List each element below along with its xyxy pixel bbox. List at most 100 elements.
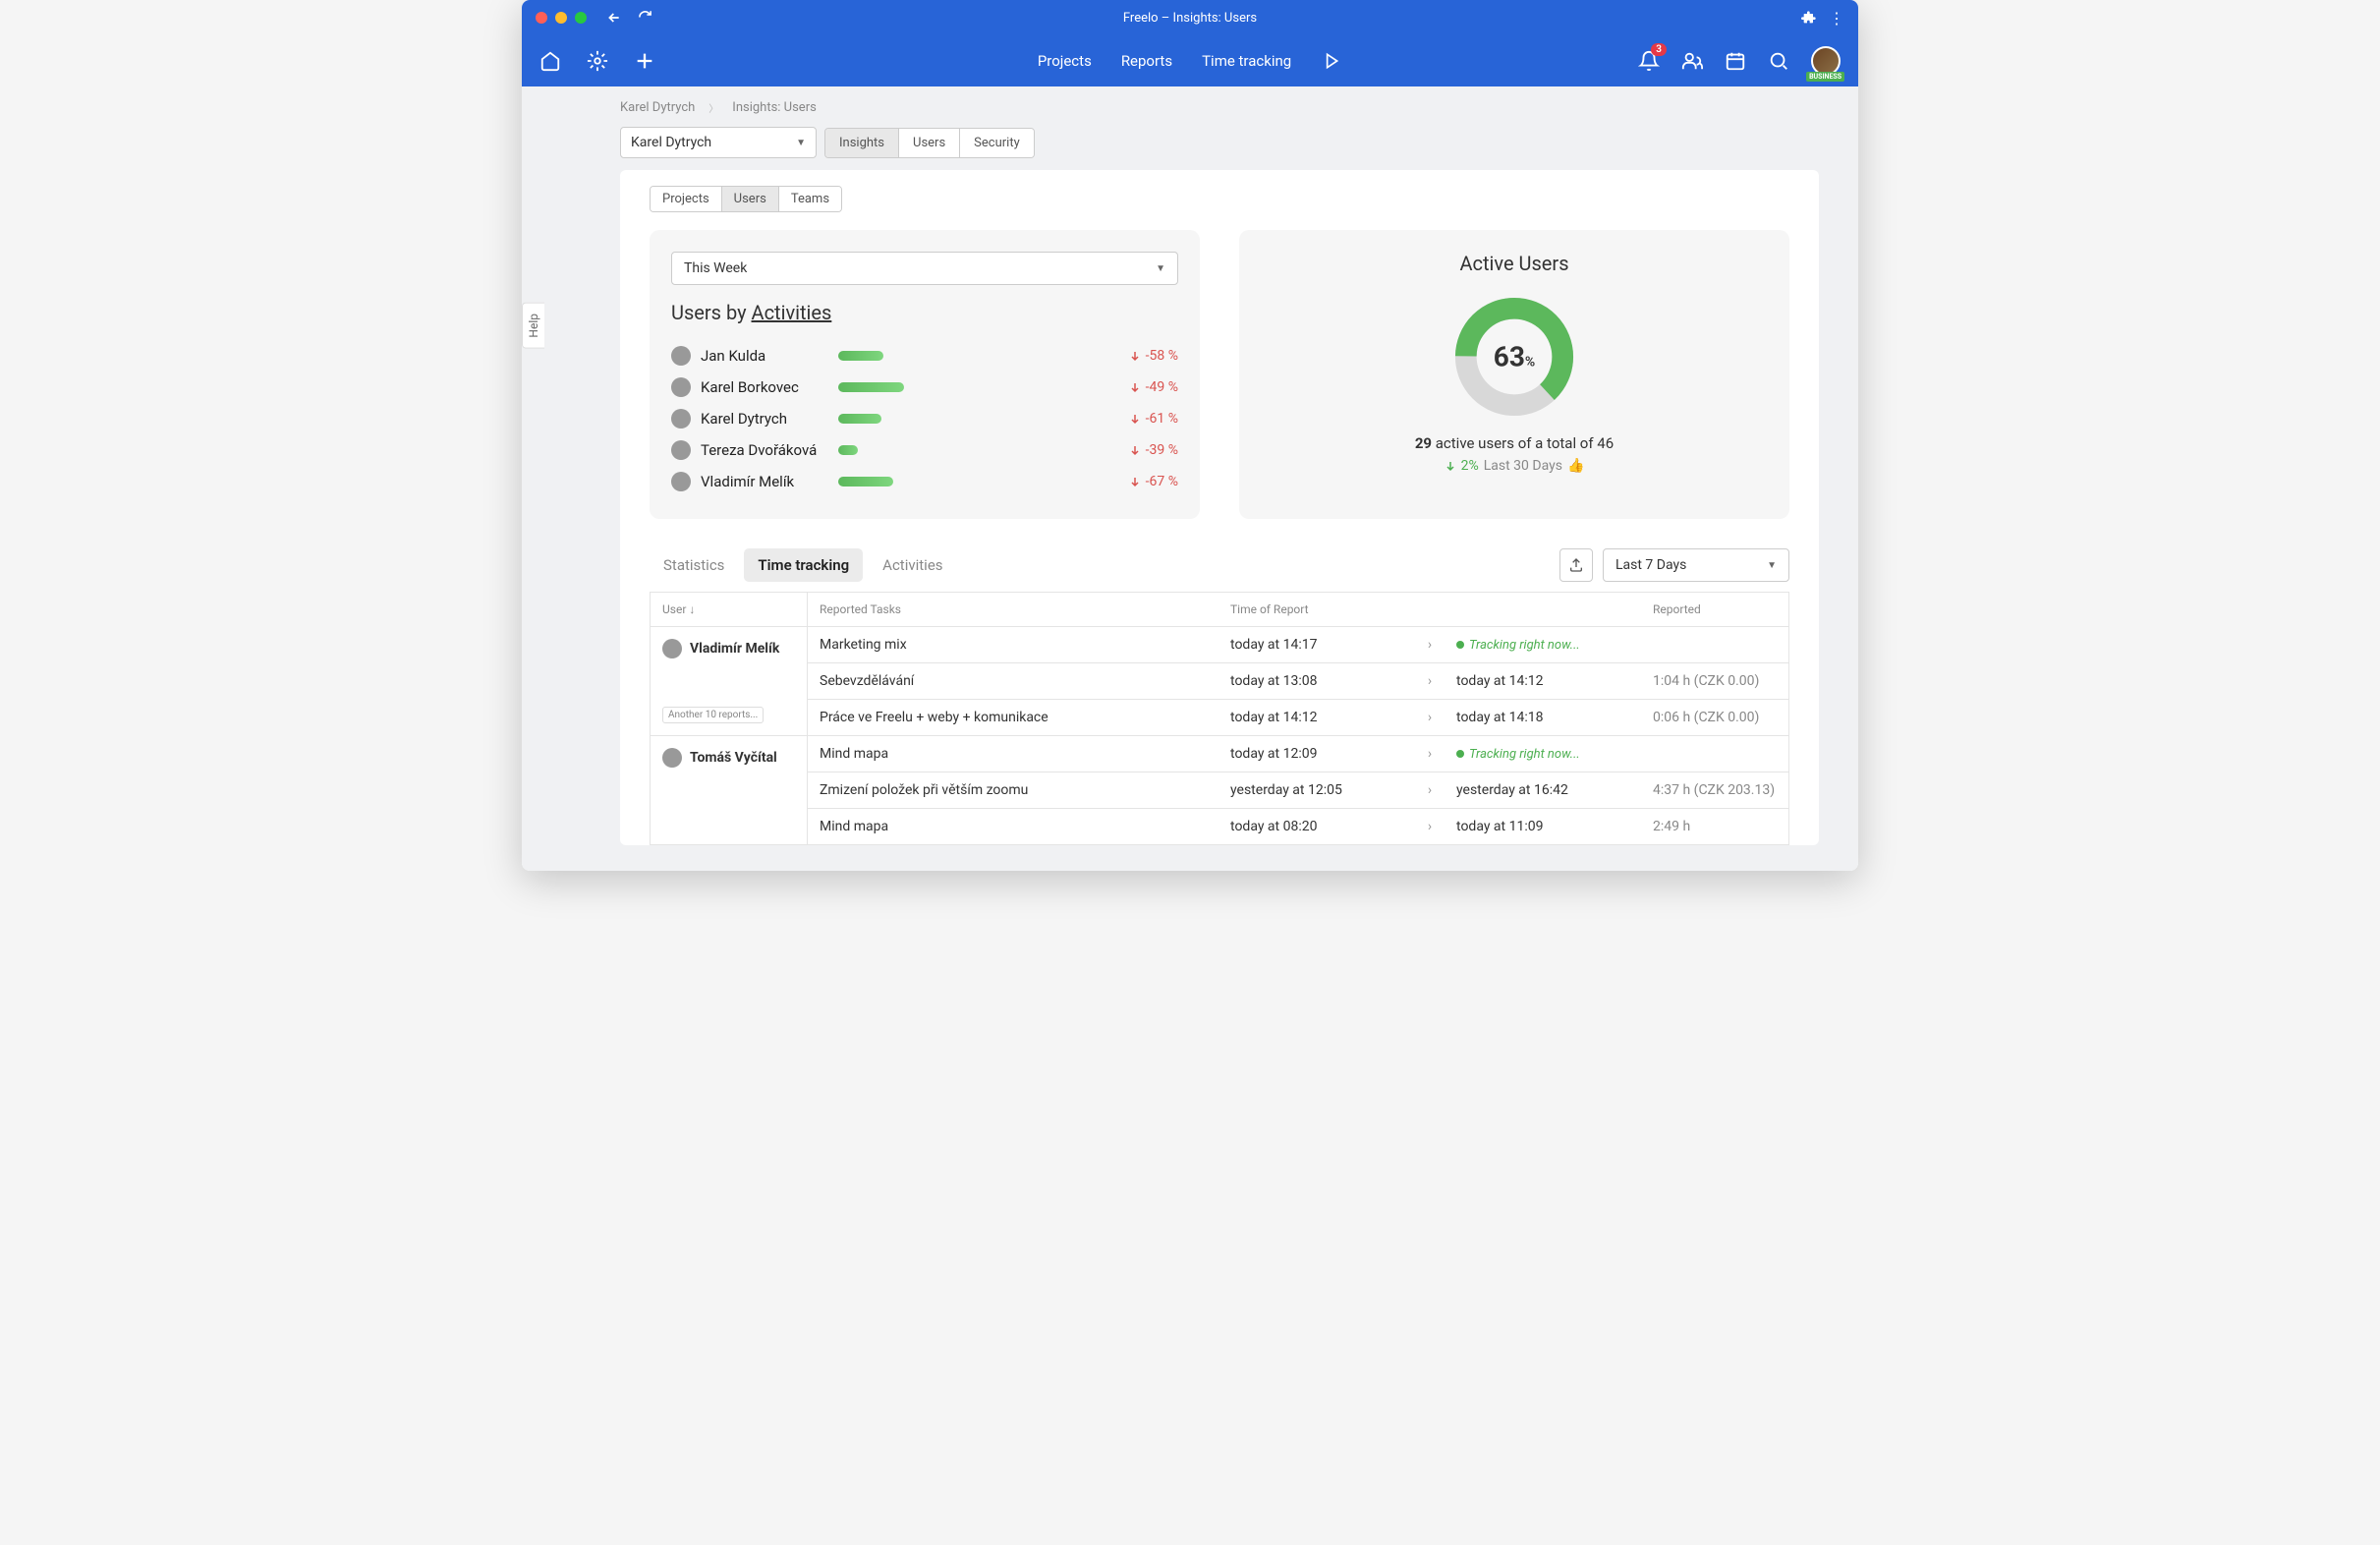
row-task: Mind mapa — [808, 736, 1218, 772]
active-users-title: Active Users — [1459, 252, 1568, 275]
row-reported: 2:49 h — [1641, 809, 1788, 844]
activity-delta: -61 % — [1100, 411, 1178, 427]
th-reported-tasks[interactable]: Reported Tasks — [808, 593, 1218, 626]
nav-projects[interactable]: Projects — [1038, 52, 1092, 70]
row-task: Zmizení položek při větším zoomu — [808, 772, 1218, 808]
sort-down-icon: ↓ — [689, 602, 695, 616]
table-user-block: Tomáš Vyčítal Mind mapa today at 12:09 ›… — [651, 736, 1788, 844]
close-window-button[interactable] — [536, 12, 547, 24]
activity-delta: -58 % — [1100, 348, 1178, 364]
active-users-subtext: 2% Last 30 Days 👍 — [1445, 458, 1585, 474]
activity-user-row: Jan Kulda -58 % — [671, 340, 1178, 372]
breadcrumb-current: Insights: Users — [732, 100, 817, 115]
chevron-down-icon: ▼ — [796, 138, 806, 148]
subtab-projects[interactable]: Projects — [651, 187, 722, 211]
main-header: Projects Reports Time tracking 3 — [522, 35, 1858, 86]
more-reports-badge[interactable]: Another 10 reports... — [662, 707, 764, 723]
subtab-teams[interactable]: Teams — [779, 187, 841, 211]
row-time: today at 13:08 — [1218, 663, 1415, 699]
th-user[interactable]: User ↓ — [651, 593, 808, 626]
activity-progress — [838, 382, 1090, 392]
user-name: Jan Kulda — [701, 347, 828, 365]
play-icon[interactable] — [1321, 50, 1342, 72]
activity-delta: -67 % — [1100, 474, 1178, 489]
thumbs-up-icon: 👍 — [1567, 458, 1584, 474]
row-status: today at 14:12 — [1445, 663, 1641, 699]
back-button[interactable] — [606, 10, 622, 26]
activity-delta: -49 % — [1100, 379, 1178, 395]
reload-button[interactable] — [638, 10, 652, 26]
activities-link[interactable]: Activities — [752, 301, 832, 324]
avatar — [671, 377, 691, 397]
breadcrumb-root[interactable]: Karel Dytrych — [620, 100, 695, 115]
th-reported[interactable]: Reported — [1641, 593, 1788, 626]
activity-user-row: Vladimír Melík -67 % — [671, 466, 1178, 497]
activity-user-row: Karel Borkovec -49 % — [671, 372, 1178, 403]
chevron-down-icon: ▼ — [1767, 560, 1777, 571]
minimize-window-button[interactable] — [555, 12, 567, 24]
search-icon[interactable] — [1768, 50, 1789, 72]
content-area: Help Karel Dytrych 〉 Insights: Users Kar… — [522, 86, 1858, 871]
user-select[interactable]: Karel Dytrych ▼ — [620, 127, 817, 158]
table-user-name: Tomáš Vyčítal — [690, 750, 777, 766]
maximize-window-button[interactable] — [575, 12, 587, 24]
nav-reports[interactable]: Reports — [1121, 52, 1172, 70]
help-tab[interactable]: Help — [522, 303, 544, 349]
user-avatar[interactable]: BUSINESS — [1811, 46, 1841, 76]
row-task: Práce ve Freelu + weby + komunikace — [808, 700, 1218, 735]
table-row: Mind mapa today at 12:09 › Tracking righ… — [808, 736, 1788, 772]
main-card: Projects Users Teams This Week ▼ Users b… — [620, 170, 1819, 845]
row-time: today at 08:20 — [1218, 809, 1415, 844]
activity-progress — [838, 351, 1090, 361]
activity-user-row: Karel Dytrych -61 % — [671, 403, 1178, 434]
add-icon[interactable] — [634, 50, 655, 72]
tab-security[interactable]: Security — [960, 129, 1034, 157]
table-period-value: Last 7 Days — [1615, 557, 1686, 573]
row-reported: 0:06 h (CZK 0.00) — [1641, 700, 1788, 735]
chevron-right-icon: › — [1415, 736, 1445, 772]
th-time-of-report[interactable]: Time of Report — [1218, 593, 1415, 626]
avatar — [671, 440, 691, 460]
home-icon[interactable] — [539, 50, 561, 72]
user-name: Tereza Dvořáková — [701, 441, 828, 459]
row-reported: 1:04 h (CZK 0.00) — [1641, 663, 1788, 699]
users-icon[interactable] — [1681, 50, 1703, 72]
row-time: today at 14:12 — [1218, 700, 1415, 735]
window-title: Freelo – Insights: Users — [1123, 11, 1257, 26]
section-tab-statistics[interactable]: Statistics — [650, 548, 738, 582]
table-user-block: Vladimír MelíkAnother 10 reports... Mark… — [651, 627, 1788, 736]
tab-insights[interactable]: Insights — [825, 129, 899, 157]
nav-time-tracking[interactable]: Time tracking — [1202, 52, 1291, 70]
row-time: today at 14:17 — [1218, 627, 1415, 662]
period-select[interactable]: This Week ▼ — [671, 252, 1178, 285]
chevron-right-icon: › — [1415, 809, 1445, 844]
breadcrumb: Karel Dytrych 〉 Insights: Users — [620, 100, 1819, 115]
row-time: yesterday at 12:05 — [1218, 772, 1415, 808]
chevron-right-icon: › — [1415, 772, 1445, 808]
tab-users[interactable]: Users — [899, 129, 960, 157]
user-name: Vladimír Melík — [701, 473, 828, 490]
active-users-panel: Active Users 63% 29 active users of a — [1239, 230, 1789, 519]
avatar — [671, 409, 691, 429]
table-period-select[interactable]: Last 7 Days ▼ — [1603, 548, 1789, 582]
extension-icon[interactable] — [1801, 10, 1817, 26]
activity-progress — [838, 445, 1090, 455]
chevron-right-icon: › — [1415, 627, 1445, 662]
export-button[interactable] — [1559, 548, 1593, 582]
user-name: Karel Dytrych — [701, 410, 828, 428]
section-tab-activities[interactable]: Activities — [869, 548, 956, 582]
tracking-status: Tracking right now... — [1445, 737, 1641, 772]
subtab-users[interactable]: Users — [722, 187, 779, 211]
active-users-percent: 63 — [1494, 341, 1525, 373]
section-tab-time-tracking[interactable]: Time tracking — [744, 548, 863, 582]
calendar-icon[interactable] — [1725, 50, 1746, 72]
table-user-name: Vladimír Melík — [690, 641, 779, 657]
more-menu-icon[interactable]: ⋮ — [1829, 9, 1844, 28]
table-row: Práce ve Freelu + weby + komunikace toda… — [808, 700, 1788, 735]
row-task: Sebevzdělávání — [808, 663, 1218, 699]
notifications-icon[interactable]: 3 — [1638, 50, 1660, 72]
gear-icon[interactable] — [587, 50, 608, 72]
chevron-down-icon: ▼ — [1156, 263, 1165, 274]
table-row: Sebevzdělávání today at 13:08 › today at… — [808, 663, 1788, 700]
user-select-value: Karel Dytrych — [631, 135, 711, 150]
